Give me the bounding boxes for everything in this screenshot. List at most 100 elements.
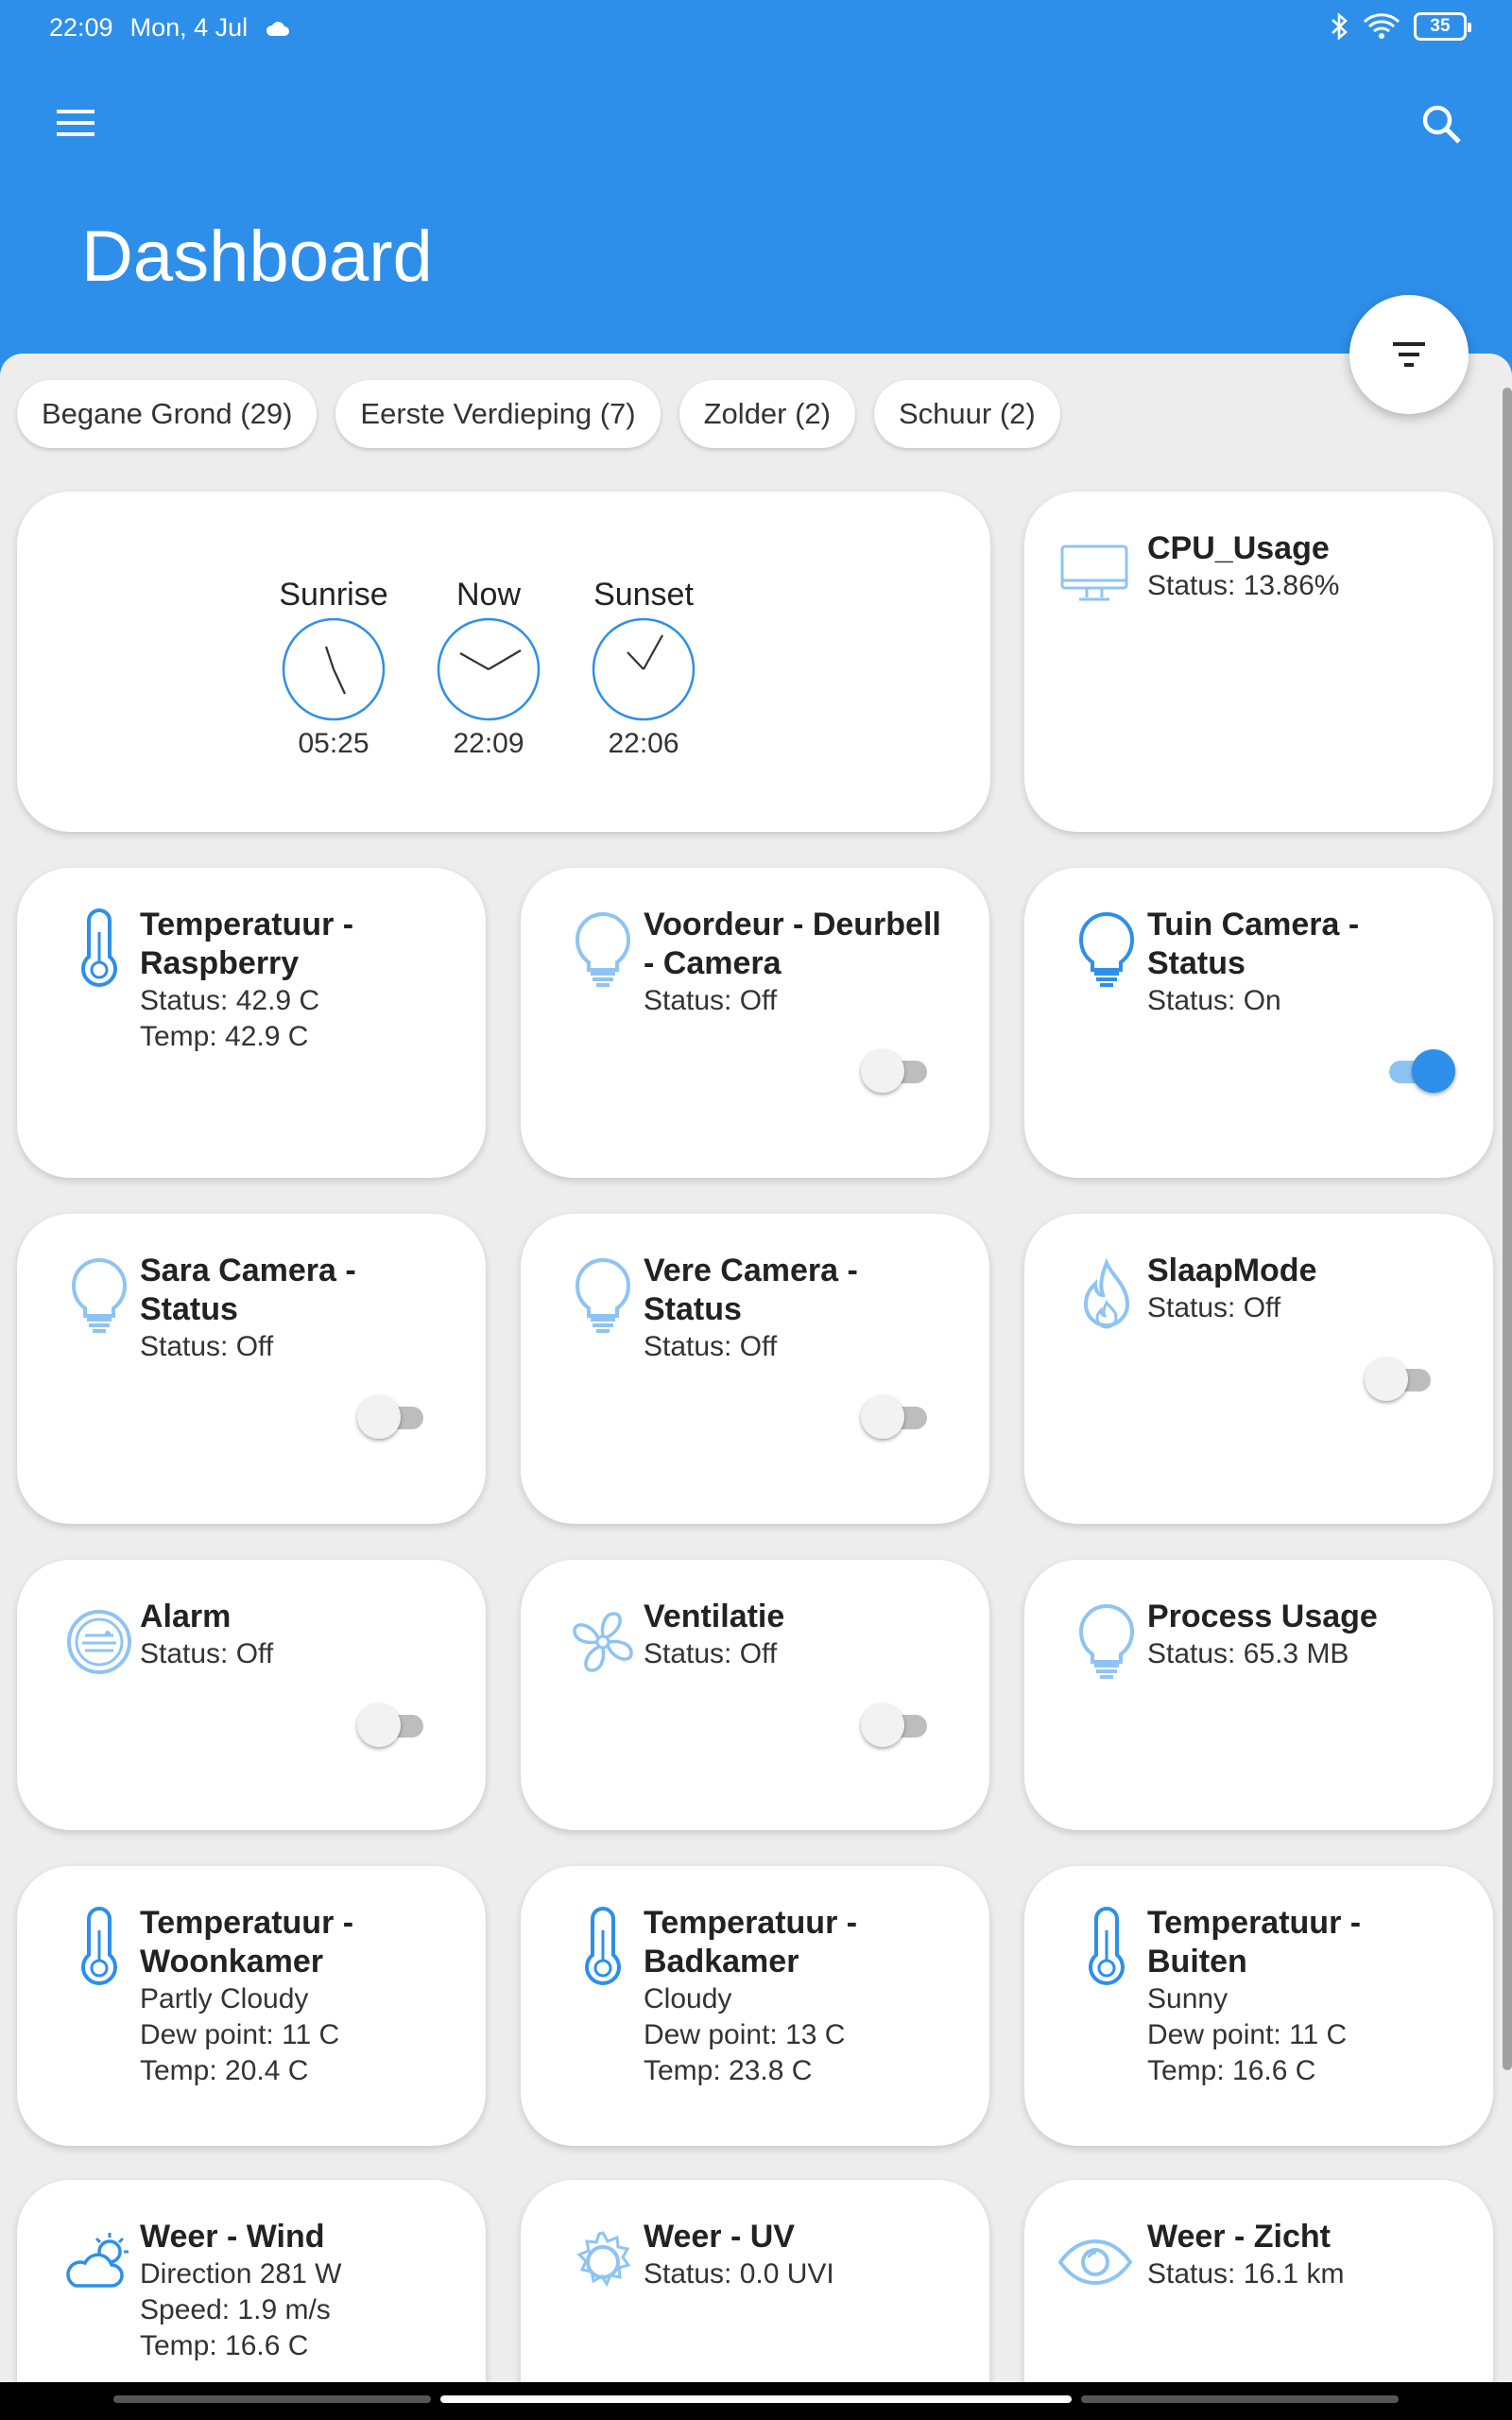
card-temp: Temp: 16.6 C	[1147, 2055, 1316, 2086]
card-status: Status: Off	[644, 1331, 778, 1362]
process-usage-card[interactable]: Process Usage Status: 65.3 MB	[1024, 1560, 1493, 1830]
monitor-icon	[1060, 544, 1128, 601]
sun-gear-icon	[576, 2231, 631, 2288]
card-body: SlaapMode Status: Off	[1147, 1252, 1459, 1326]
nav-left-handle	[113, 2395, 431, 2403]
card-temp: Temp: 42.9 C	[140, 1021, 309, 1052]
search-button[interactable]	[1414, 96, 1470, 153]
sun-times-card[interactable]: Sunrise 05:25 Now 22:09 Sunset 22:06	[17, 492, 990, 832]
card-body: Temperatuur - Woonkamer Partly Cloudy De…	[140, 1904, 452, 2089]
card-weather: Partly Cloudy	[140, 1983, 309, 2014]
sara-camera-status-card[interactable]: Sara Camera - Status Status: Off	[17, 1214, 486, 1524]
card-status: Status: On	[1147, 985, 1281, 1016]
card-direction: Direction 281 W	[140, 2258, 342, 2290]
hamburger-menu-icon	[57, 110, 94, 136]
page-title: Dashboard	[81, 216, 433, 297]
card-speed: Speed: 1.9 m/s	[140, 2294, 331, 2325]
fan-icon	[573, 1612, 633, 1672]
filter-icon	[1393, 342, 1425, 367]
vere-toggle[interactable]	[861, 1393, 933, 1441]
app-bar: 22:09 Mon, 4 Jul 35 Dashboard	[0, 0, 1512, 378]
cloud-icon	[266, 21, 290, 36]
card-body: Weer - Zicht Status: 16.1 km	[1147, 2218, 1459, 2292]
card-dew-point: Dew point: 13 C	[644, 2019, 846, 2050]
toggle-knob	[1365, 1357, 1408, 1401]
tuin-camera-status-card[interactable]: Tuin Camera - Status Status: On	[1024, 868, 1493, 1178]
battery-level: 35	[1430, 16, 1451, 36]
temperatuur-badkamer-card[interactable]: Temperatuur - Badkamer Cloudy Dew point:…	[521, 1866, 989, 2146]
eye-icon	[1057, 2238, 1133, 2286]
card-title: SlaapMode	[1147, 1253, 1317, 1288]
cpu-usage-card[interactable]: CPU_Usage Status: 13.86%	[1024, 492, 1493, 832]
temperatuur-buiten-card[interactable]: Temperatuur - Buiten Sunny Dew point: 11…	[1024, 1866, 1493, 2146]
alarm-icon	[67, 1610, 131, 1674]
card-title: Weer - Zicht	[1147, 2219, 1331, 2255]
home-gesture-pill[interactable]	[440, 2395, 1072, 2403]
vere-camera-status-card[interactable]: Vere Camera - Status Status: Off	[521, 1214, 989, 1524]
card-temp: Temp: 20.4 C	[140, 2055, 309, 2086]
card-body: Voordeur - Deurbell - Camera Status: Off	[644, 906, 955, 1019]
filter-button[interactable]	[1349, 295, 1469, 414]
room-filter-chips: Begane Grond (29) Eerste Verdieping (7) …	[17, 380, 1060, 448]
status-bar: 22:09 Mon, 4 Jul 35	[0, 0, 1512, 60]
card-body: Tuin Camera - Status Status: On	[1147, 906, 1459, 1019]
chip-eerste-verdieping[interactable]: Eerste Verdieping (7)	[335, 380, 661, 448]
menu-button[interactable]	[49, 96, 102, 149]
chip-schuur[interactable]: Schuur (2)	[874, 380, 1060, 448]
card-body: Temperatuur - Badkamer Cloudy Dew point:…	[644, 1904, 955, 2089]
tuin-toggle[interactable]	[1383, 1047, 1455, 1095]
card-title: Temperatuur - Woonkamer	[140, 1905, 354, 1979]
now-time: 22:09	[453, 728, 524, 759]
card-title: Vere Camera - Status	[644, 1253, 858, 1327]
thermometer-icon	[81, 1907, 117, 1985]
card-body: Weer - UV Status: 0.0 UVI	[644, 2218, 955, 2292]
flame-icon	[1083, 1257, 1130, 1329]
now-clock-icon	[437, 617, 541, 721]
card-status: Status: Off	[644, 985, 778, 1016]
voordeur-toggle[interactable]	[861, 1047, 933, 1095]
bulb-icon	[575, 912, 631, 987]
card-body: Process Usage Status: 65.3 MB	[1147, 1598, 1459, 1672]
voordeur-deurbell-camera-card[interactable]: Voordeur - Deurbell - Camera Status: Off	[521, 868, 989, 1178]
bluetooth-icon	[1332, 12, 1348, 41]
sunset-clock-icon	[592, 617, 696, 721]
toggle-knob	[357, 1395, 401, 1439]
bulb-icon	[71, 1258, 128, 1333]
status-date: Mon, 4 Jul	[129, 13, 249, 42]
wifi-icon	[1363, 13, 1400, 39]
card-status: Status: 65.3 MB	[1147, 1638, 1349, 1669]
card-body: CPU_Usage Status: 13.86%	[1147, 529, 1459, 604]
slaapmode-toggle[interactable]	[1365, 1356, 1436, 1403]
sara-toggle[interactable]	[357, 1393, 429, 1441]
card-body: Sara Camera - Status Status: Off	[140, 1252, 452, 1365]
temperatuur-woonkamer-card[interactable]: Temperatuur - Woonkamer Partly Cloudy De…	[17, 1866, 486, 2146]
sunrise-time: 05:25	[298, 728, 369, 759]
card-status: Status: Off	[140, 1331, 274, 1362]
slaapmode-card[interactable]: SlaapMode Status: Off	[1024, 1214, 1493, 1524]
temperatuur-raspberry-card[interactable]: Temperatuur - Raspberry Status: 42.9 C T…	[17, 868, 486, 1178]
alarm-toggle[interactable]	[357, 1702, 429, 1749]
card-title: Weer - UV	[644, 2219, 795, 2255]
card-status: Status: 0.0 UVI	[644, 2258, 834, 2290]
card-title: Sara Camera - Status	[140, 1253, 356, 1327]
status-time: 22:09	[49, 13, 113, 42]
toggle-knob	[861, 1703, 904, 1747]
card-weather: Sunny	[1147, 1983, 1228, 2014]
ventilatie-toggle[interactable]	[861, 1702, 933, 1749]
card-dew-point: Dew point: 11 C	[140, 2019, 340, 2050]
chip-zolder[interactable]: Zolder (2)	[679, 380, 855, 448]
now-label: Now	[455, 577, 522, 613]
alarm-card[interactable]: Alarm Status: Off	[17, 1560, 486, 1830]
card-title: CPU_Usage	[1147, 530, 1330, 566]
card-title: Temperatuur - Raspberry	[140, 907, 354, 981]
card-title: Weer - Wind	[140, 2219, 325, 2255]
card-temp: Temp: 23.8 C	[644, 2055, 813, 2086]
ventilatie-card[interactable]: Ventilatie Status: Off	[521, 1560, 989, 1830]
chip-begane-grond[interactable]: Begane Grond (29)	[17, 380, 318, 448]
card-title: Temperatuur - Buiten	[1147, 1905, 1362, 1979]
card-dew-point: Dew point: 11 C	[1147, 2019, 1348, 2050]
scrollbar[interactable]	[1503, 388, 1512, 2070]
thermometer-icon	[81, 908, 117, 987]
weather-cloud-sun-icon	[66, 2233, 129, 2288]
search-icon	[1422, 105, 1461, 144]
